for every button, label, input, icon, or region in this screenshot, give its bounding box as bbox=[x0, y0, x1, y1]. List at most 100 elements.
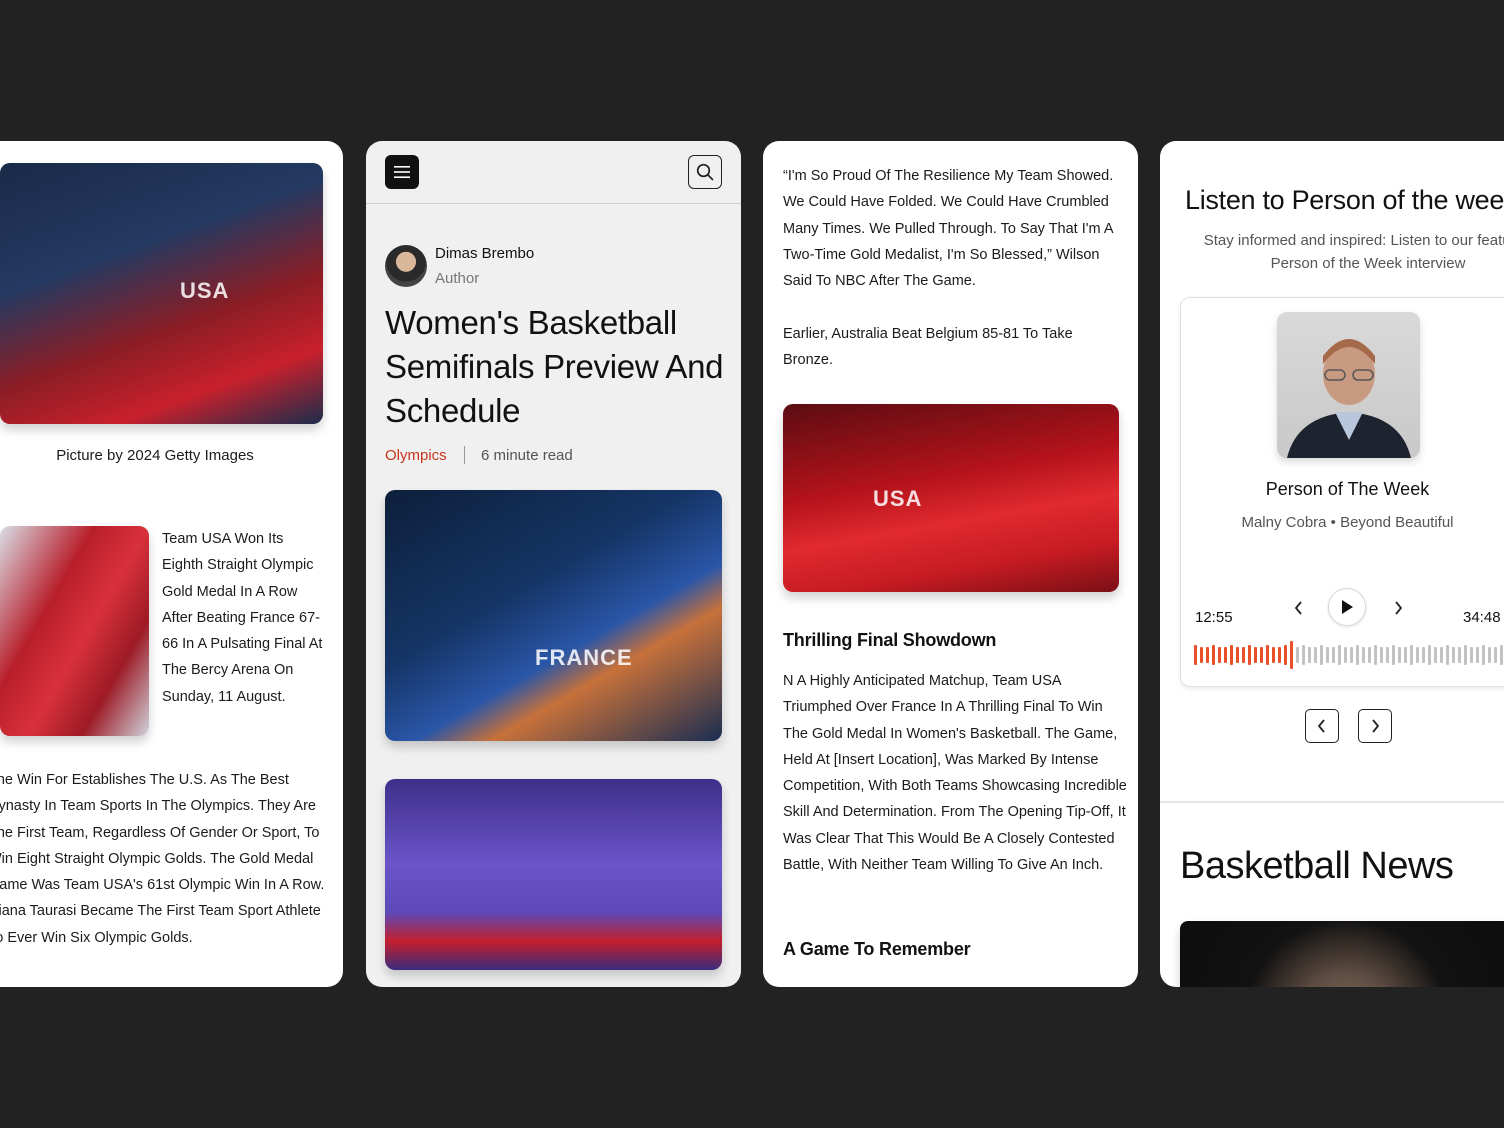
waveform-bar bbox=[1416, 647, 1419, 663]
waveform-bar bbox=[1410, 645, 1413, 665]
waveform-bar bbox=[1374, 645, 1377, 665]
carousel-next-button[interactable] bbox=[1358, 709, 1392, 743]
waveform-bar bbox=[1470, 647, 1473, 663]
waveform-bar bbox=[1266, 645, 1269, 665]
time-elapsed: 12:55 bbox=[1195, 609, 1233, 626]
waveform-bar bbox=[1206, 647, 1209, 663]
waveform-bar bbox=[1344, 647, 1347, 663]
waveform-bar bbox=[1242, 647, 1245, 663]
basketball-news-title: Basketball News bbox=[1180, 845, 1454, 887]
waveform-bar bbox=[1356, 645, 1359, 665]
waveform-bar bbox=[1200, 647, 1203, 663]
waveform-bar bbox=[1194, 645, 1197, 665]
waveform-bar bbox=[1428, 645, 1431, 665]
team-usa-medal-photo[interactable]: USA bbox=[783, 404, 1119, 592]
section-divider bbox=[1160, 801, 1504, 803]
play-icon bbox=[1342, 600, 1353, 614]
article-quote: “I'm So Proud Of The Resilience My Team … bbox=[783, 168, 1114, 290]
waveform-bar bbox=[1332, 647, 1335, 663]
previous-track-button[interactable] bbox=[1287, 596, 1311, 620]
article-card-1: USA Picture by 2024 Getty Images Team US… bbox=[0, 141, 343, 987]
waveform-bar bbox=[1494, 647, 1497, 663]
waveform-bar bbox=[1248, 645, 1251, 665]
carousel-prev-button[interactable] bbox=[1305, 709, 1339, 743]
waveform-bar bbox=[1464, 645, 1467, 665]
play-button[interactable] bbox=[1328, 588, 1366, 626]
meta-separator bbox=[464, 446, 465, 464]
team-usa-celebration-photo: USA bbox=[0, 163, 323, 424]
category-tag[interactable]: Olympics bbox=[385, 447, 447, 464]
search-button[interactable] bbox=[688, 155, 722, 189]
person-of-week-portrait bbox=[1277, 312, 1420, 458]
waveform-playhead bbox=[1290, 641, 1293, 669]
article-body-text: The Win For Establishes The U.S. As The … bbox=[0, 772, 325, 946]
waveform-bar bbox=[1398, 647, 1401, 663]
waveform-bar bbox=[1368, 647, 1371, 663]
waveform-bar bbox=[1212, 645, 1215, 665]
next-track-button[interactable] bbox=[1386, 596, 1410, 620]
waveform-bar bbox=[1296, 647, 1299, 663]
author-name[interactable]: Dimas Brembo bbox=[435, 245, 534, 262]
waveform-bar bbox=[1350, 647, 1353, 663]
waveform-bar bbox=[1260, 647, 1263, 663]
article-card-3: “I'm So Proud Of The Resilience My Team … bbox=[763, 141, 1138, 987]
basketball-news-photo[interactable] bbox=[1180, 921, 1504, 987]
time-total: 34:48 bbox=[1463, 609, 1501, 626]
audio-waveform-scrubber[interactable] bbox=[1194, 640, 1504, 670]
waveform-bar bbox=[1488, 647, 1491, 663]
waveform-bar bbox=[1254, 647, 1257, 663]
waveform-bar bbox=[1314, 647, 1317, 663]
section-title-game-to-remember: A Game To Remember bbox=[783, 939, 971, 959]
waveform-bar bbox=[1236, 647, 1239, 663]
waveform-bar bbox=[1476, 647, 1479, 663]
portrait-silhouette bbox=[1287, 339, 1411, 458]
waveform-bar bbox=[1452, 647, 1455, 663]
read-time: 6 minute read bbox=[481, 447, 573, 464]
chevron-right-icon bbox=[1395, 601, 1403, 615]
waveform-bar bbox=[1380, 647, 1383, 663]
photo-label: USA bbox=[180, 278, 230, 303]
waveform-bar bbox=[1224, 647, 1227, 663]
waveform-bar bbox=[1404, 647, 1407, 663]
waveform-bar bbox=[1500, 645, 1503, 665]
waveform-bar bbox=[1446, 645, 1449, 665]
section-title-final-showdown: Thrilling Final Showdown bbox=[783, 630, 997, 650]
menu-icon bbox=[394, 166, 410, 178]
author-avatar[interactable] bbox=[385, 245, 427, 287]
waveform-bar bbox=[1458, 647, 1461, 663]
top-navigation-bar bbox=[366, 141, 741, 204]
waveform-bar bbox=[1302, 645, 1305, 665]
bronze-result-text: Earlier, Australia Beat Belgium 85-81 To… bbox=[783, 326, 1073, 369]
torch-bearer-photo[interactable] bbox=[385, 779, 722, 970]
waveform-bar bbox=[1218, 647, 1221, 663]
waveform-bar bbox=[1392, 645, 1395, 665]
waveform-bar bbox=[1284, 645, 1287, 665]
waveform-bar bbox=[1338, 645, 1341, 665]
chevron-right-icon bbox=[1372, 719, 1380, 733]
photo-caption: Picture by 2024 Getty Images bbox=[56, 447, 254, 464]
menu-button[interactable] bbox=[385, 155, 419, 189]
waveform-bar bbox=[1308, 647, 1311, 663]
waveform-bar bbox=[1362, 647, 1365, 663]
section-body-final-showdown: N A Highly Anticipated Matchup, Team USA… bbox=[783, 673, 1127, 874]
waveform-bar bbox=[1272, 647, 1275, 663]
waveform-bar bbox=[1230, 645, 1233, 665]
waveform-bar bbox=[1320, 645, 1323, 665]
chevron-left-icon bbox=[1317, 719, 1325, 733]
chevron-left-icon bbox=[1294, 601, 1302, 615]
waveform-bar bbox=[1434, 647, 1437, 663]
france-player-photo[interactable]: FRANCE bbox=[385, 490, 722, 741]
photo-label: USA bbox=[873, 486, 923, 511]
search-icon bbox=[696, 163, 714, 181]
podcast-section-title: Listen to Person of the week bbox=[1185, 185, 1504, 215]
waveform-bar bbox=[1278, 647, 1281, 663]
waveform-bar bbox=[1386, 647, 1389, 663]
players-cheering-photo bbox=[0, 526, 149, 736]
author-role: Author bbox=[435, 270, 480, 287]
waveform-bar bbox=[1326, 647, 1329, 663]
person-of-week-title: Person of The Week bbox=[1265, 479, 1430, 499]
waveform-bar bbox=[1440, 647, 1443, 663]
podcast-card: Listen to Person of the week Stay inform… bbox=[1160, 141, 1504, 987]
waveform-bar bbox=[1422, 647, 1425, 663]
article-headline: Women's Basketball Semifinals Preview An… bbox=[385, 304, 724, 429]
